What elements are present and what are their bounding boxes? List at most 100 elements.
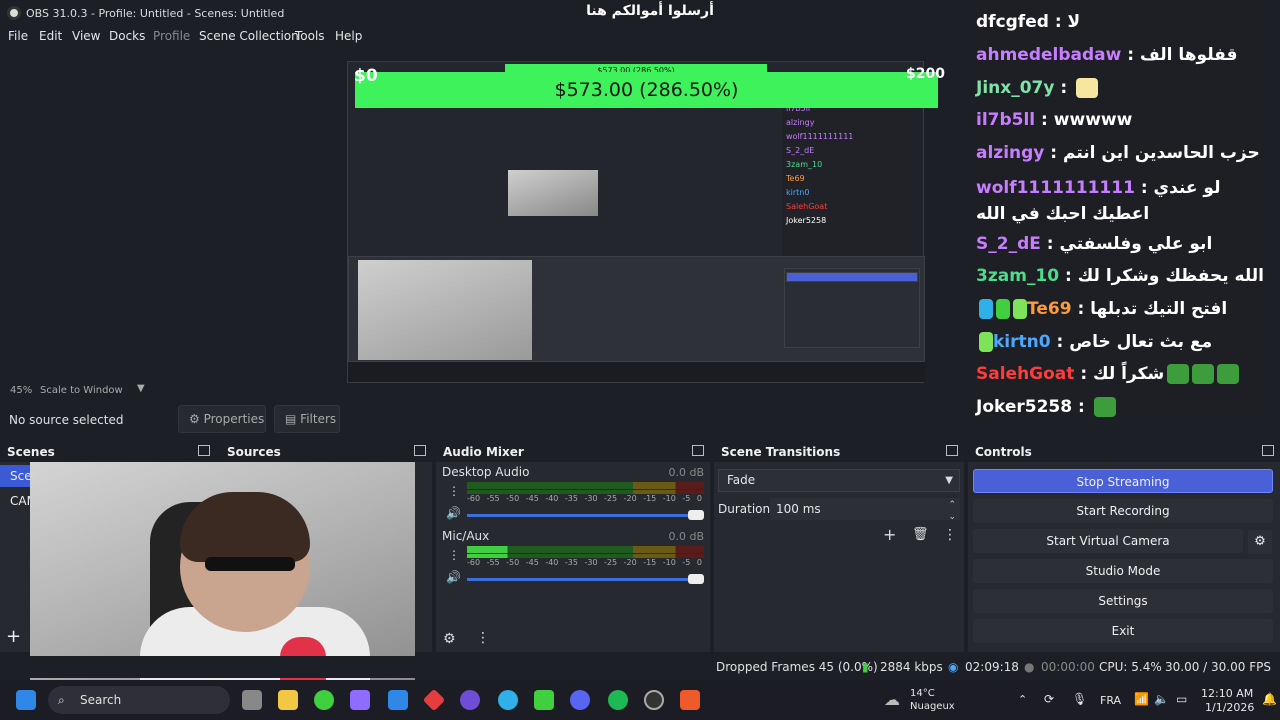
- preview-canvas[interactable]: $573.00 (286.50%) ahmedelbadaw Jinx_07y …: [0, 46, 970, 383]
- kebab-menu-icon[interactable]: ⋮: [448, 484, 460, 498]
- undock-icon[interactable]: [198, 445, 210, 456]
- fps: 30.00 / 30.00 FPS: [1165, 660, 1271, 674]
- chat-text: حزب الحاسدين اين انتم: [1063, 143, 1260, 163]
- kebab-menu-icon[interactable]: ⋮: [448, 548, 460, 562]
- scale-tick: -60: [467, 494, 481, 503]
- chat-separator: :: [1044, 143, 1064, 163]
- volume-icon[interactable]: 🔈: [1154, 692, 1169, 706]
- clock-time[interactable]: 12:10 AM: [1201, 687, 1253, 700]
- settings-button[interactable]: Settings: [973, 589, 1273, 613]
- clock-date[interactable]: 1/1/2026: [1205, 701, 1254, 714]
- task-view-icon[interactable]: [242, 690, 262, 710]
- exit-button[interactable]: Exit: [973, 619, 1273, 643]
- volume-meter: [467, 482, 704, 489]
- speaker-icon[interactable]: 🔊: [446, 570, 461, 584]
- duration-label: Duration: [718, 502, 771, 516]
- chat-text: شكراً لك: [1093, 364, 1165, 384]
- chevron-down-icon[interactable]: ⌄: [948, 506, 956, 528]
- battery-icon[interactable]: ▭: [1176, 692, 1187, 706]
- scale-tick: -50: [506, 558, 520, 567]
- store-icon[interactable]: [388, 690, 408, 710]
- emote-icon: [1217, 364, 1240, 384]
- scale-mode[interactable]: Scale to Window: [40, 385, 123, 396]
- signal-icon: ▮: [862, 660, 869, 674]
- menu-view[interactable]: View: [72, 29, 100, 43]
- sync-icon[interactable]: ⟳: [1044, 692, 1054, 706]
- speaker-icon[interactable]: 🔊: [446, 506, 461, 520]
- properties-button[interactable]: ⚙ Properties: [178, 405, 266, 433]
- transitions-title: Scene Transitions: [721, 445, 841, 459]
- menu-docks[interactable]: Docks: [109, 29, 145, 43]
- slider-knob[interactable]: [688, 510, 704, 520]
- spotify-icon[interactable]: [608, 690, 628, 710]
- brave-icon[interactable]: [680, 690, 700, 710]
- filters-button[interactable]: ▤ Filters: [274, 405, 340, 433]
- app-icon[interactable]: [422, 688, 446, 712]
- wifi-icon[interactable]: 📶: [1134, 692, 1149, 706]
- window-title: OBS 31.0.3 - Profile: Untitled - Scenes:…: [26, 7, 285, 20]
- menu-help[interactable]: Help: [335, 29, 362, 43]
- volume-slider[interactable]: [467, 510, 704, 520]
- file-explorer-icon[interactable]: [278, 690, 298, 710]
- chat-message: Jinx_07y :: [976, 78, 1262, 98]
- virtual-camera-settings-icon[interactable]: ⚙: [1248, 530, 1272, 554]
- chat-username: alzingy: [976, 143, 1045, 163]
- chat-text: افتح التيك تدبلها: [1090, 299, 1228, 319]
- start-recording-button[interactable]: Start Recording: [973, 499, 1273, 523]
- cpu-usage: CPU: 5.4%: [1099, 660, 1162, 674]
- kebab-menu-icon[interactable]: ⋮: [943, 527, 957, 543]
- menu-file[interactable]: File: [8, 29, 28, 43]
- discord-icon[interactable]: [570, 690, 590, 710]
- app-icon[interactable]: [460, 690, 480, 710]
- scene-item-1[interactable]: Sce: [0, 465, 32, 487]
- mic-icon[interactable]: 🎙: [1072, 692, 1087, 706]
- app-icon[interactable]: [314, 690, 334, 710]
- studio-mode-button[interactable]: Studio Mode: [973, 559, 1273, 583]
- chat-username: Te69: [1027, 299, 1072, 319]
- transitions-header: Scene Transitions: [714, 442, 964, 462]
- duration-input[interactable]: 100 ms ⌃ ⌄: [770, 498, 960, 522]
- chat-separator: :: [1072, 397, 1091, 417]
- windows-start-icon[interactable]: [16, 690, 36, 710]
- undock-icon[interactable]: [946, 445, 958, 456]
- no-source-label: No source selected: [9, 413, 124, 427]
- chevron-up-icon[interactable]: ⌃: [1018, 693, 1027, 706]
- add-scene-icon[interactable]: +: [6, 628, 24, 646]
- chat-text: مع بث تعال خاص: [1069, 332, 1213, 352]
- stream-icon: ◉: [948, 660, 959, 674]
- notification-icon[interactable]: 🔔: [1262, 692, 1277, 706]
- menu-tools[interactable]: Tools: [295, 29, 325, 43]
- menu-scene-collection[interactable]: Scene Collection: [199, 29, 299, 43]
- start-virtual-camera-button[interactable]: Start Virtual Camera: [973, 529, 1243, 553]
- channel-db: 0.0 dB: [668, 466, 704, 479]
- scene-item-2[interactable]: CAM: [0, 490, 37, 512]
- trash-icon[interactable]: 🗑: [912, 527, 929, 542]
- taskbar-search[interactable]: ⌕ Search: [48, 686, 230, 714]
- undock-icon[interactable]: [692, 445, 704, 456]
- chat-separator: :: [1059, 266, 1078, 286]
- undock-icon[interactable]: [414, 445, 426, 456]
- undock-icon[interactable]: [1262, 445, 1274, 456]
- zoom-level: 45%: [10, 385, 33, 396]
- menu-profile[interactable]: Profile: [153, 29, 190, 43]
- add-icon[interactable]: +: [883, 525, 896, 544]
- chevron-down-icon[interactable]: ▼: [137, 383, 145, 394]
- obs-icon[interactable]: [644, 690, 664, 710]
- stop-streaming-button[interactable]: Stop Streaming: [973, 469, 1273, 493]
- copilot-icon[interactable]: [350, 690, 370, 710]
- search-label: Search: [80, 693, 122, 707]
- transition-select[interactable]: Fade ▼: [718, 469, 960, 492]
- kebab-menu-icon[interactable]: ⋮: [476, 630, 490, 646]
- scale-tick: -5: [682, 558, 691, 567]
- gear-icon[interactable]: ⚙: [443, 631, 456, 647]
- edge-icon[interactable]: [498, 690, 518, 710]
- scenes-title: Scenes: [7, 445, 55, 459]
- app-icon[interactable]: [534, 690, 554, 710]
- emote-icon: [979, 332, 993, 352]
- language[interactable]: FRA: [1100, 694, 1121, 707]
- volume-slider[interactable]: [467, 574, 704, 584]
- chevron-down-icon: ▼: [945, 475, 953, 486]
- menu-edit[interactable]: Edit: [39, 29, 62, 43]
- slider-knob[interactable]: [688, 574, 704, 584]
- source-toolbar: No source selected ⚙ Properties ▤ Filter…: [0, 405, 970, 433]
